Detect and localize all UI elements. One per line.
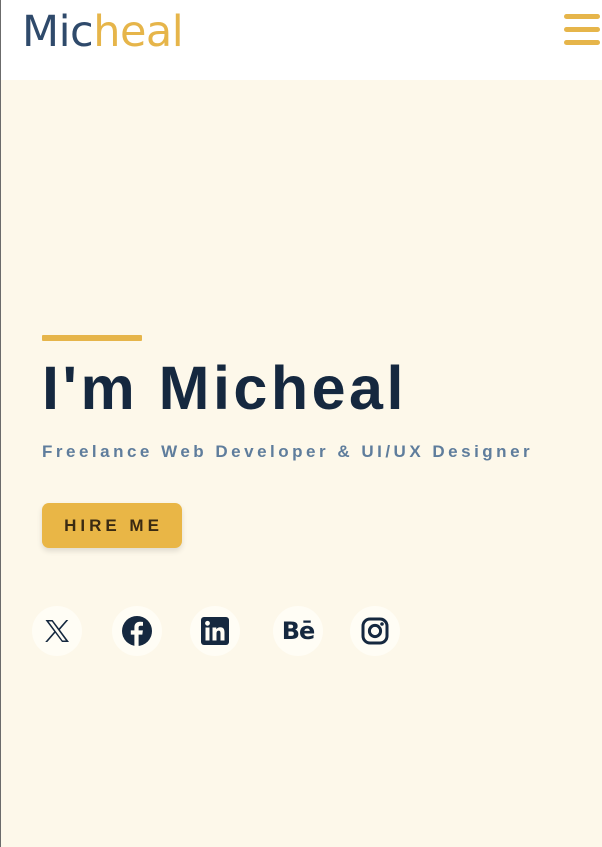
logo-part-primary: Mic bbox=[22, 7, 94, 57]
menu-bar-bottom bbox=[564, 40, 600, 45]
menu-bar-middle bbox=[564, 27, 600, 32]
hero-title: I'm Micheal bbox=[42, 354, 407, 422]
title-accent-line bbox=[42, 335, 142, 341]
facebook-icon[interactable] bbox=[112, 606, 162, 656]
linkedin-icon[interactable] bbox=[190, 606, 240, 656]
hamburger-menu-icon[interactable] bbox=[564, 13, 600, 47]
hero-subtitle: Freelance Web Developer & UI/UX Designer bbox=[42, 442, 534, 461]
site-logo[interactable]: Micheal bbox=[22, 4, 184, 60]
logo-part-accent: heal bbox=[93, 7, 184, 57]
menu-bar-top bbox=[564, 14, 600, 19]
behance-icon[interactable]: Bē bbox=[273, 606, 323, 656]
x-twitter-icon[interactable] bbox=[32, 606, 82, 656]
social-links: Bē bbox=[1, 606, 602, 656]
instagram-icon[interactable] bbox=[350, 606, 400, 656]
hero-section: I'm Micheal Freelance Web Developer & UI… bbox=[1, 80, 602, 847]
hire-me-button[interactable]: HIRE ME bbox=[42, 503, 182, 548]
behance-glyph: Bē bbox=[281, 617, 316, 645]
site-header: Micheal bbox=[1, 0, 602, 80]
